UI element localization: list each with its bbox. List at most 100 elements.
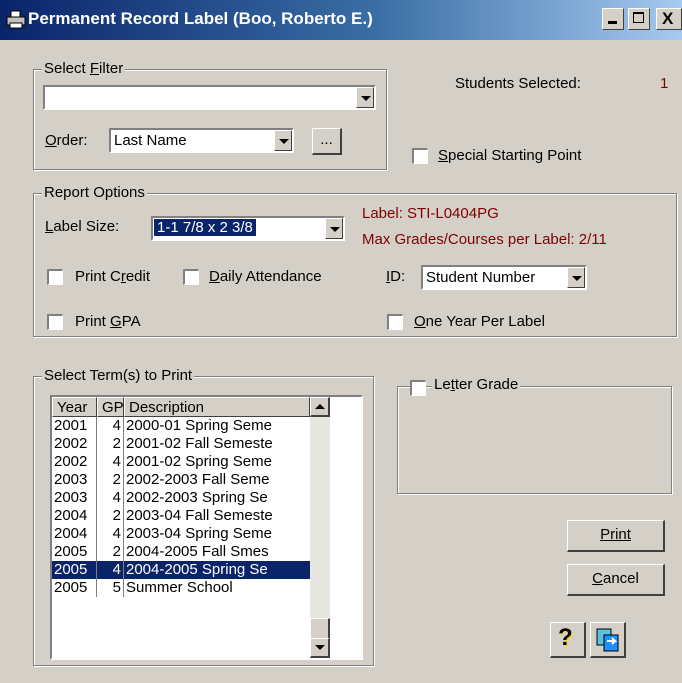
label-size-select[interactable]: 1-1 7/8 x 2 3/8 — [151, 216, 345, 241]
table-row[interactable]: 2001 4 2000-01 Spring Seme — [52, 417, 311, 435]
id-select[interactable]: Student Number — [421, 265, 587, 290]
gp-cell: 2 — [96, 507, 124, 525]
print-button-label: Print — [600, 526, 631, 543]
close-icon: X — [662, 9, 674, 28]
print-gpa-checkbox[interactable] — [47, 314, 63, 330]
order-select[interactable]: Last Name — [109, 128, 294, 153]
filter-group-label: Select Filter — [42, 60, 126, 77]
id-label: ID: — [386, 268, 406, 285]
chevron-down-icon[interactable] — [567, 267, 585, 288]
year-cell: 2005 — [52, 543, 97, 561]
gp-cell: 4 — [96, 417, 124, 435]
terms-group-label: Select Term(s) to Print — [42, 367, 195, 384]
one-year-per-label-label: One Year Per Label — [414, 313, 545, 330]
chevron-down-icon — [315, 645, 325, 650]
students-selected-label: Students Selected: — [455, 75, 581, 92]
help-icon: ? — [558, 624, 573, 651]
dialog-window: Permanent Record Label (Boo, Roberto E.)… — [0, 0, 682, 683]
minimize-button[interactable] — [602, 8, 624, 30]
table-row[interactable]: 2005 4 2004-2005 Spring Se — [52, 561, 311, 579]
order-label: Order: — [45, 132, 88, 149]
printer-icon — [6, 10, 26, 30]
table-row[interactable]: 2004 4 2003-04 Spring Seme — [52, 525, 311, 543]
column-header-year[interactable]: Year — [52, 397, 97, 417]
scroll-up-button[interactable] — [310, 397, 330, 417]
report-options-label: Report Options — [42, 184, 147, 201]
chevron-down-icon[interactable] — [325, 218, 343, 239]
terms-list[interactable]: Year GP Description 2001 4 2000-01 Spring … — [50, 395, 363, 660]
gp-cell: 4 — [96, 561, 124, 579]
terms-rows: 2001 4 2000-01 Spring Seme 2002 2 2001-02 Fal… — [52, 417, 338, 658]
description-cell: Summer School — [123, 579, 311, 597]
terms-table: 2001 4 2000-01 Spring Seme 2002 2 2001-02 Fal… — [52, 417, 311, 597]
description-cell: 2003-04 Fall Semeste — [123, 507, 311, 525]
order-value: Last Name — [114, 132, 187, 149]
description-cell: 2002-2003 Spring Se — [123, 489, 311, 507]
order-options-button[interactable]: ... — [312, 128, 342, 155]
description-cell: 2001-02 Spring Seme — [123, 453, 311, 471]
daily-attendance-label: Daily Attendance — [209, 268, 322, 285]
letter-grade-label: Letter Grade — [432, 376, 521, 393]
copy-icon — [595, 627, 621, 657]
gp-cell: 2 — [96, 471, 124, 489]
minimize-icon — [608, 21, 617, 24]
gp-cell: 2 — [96, 435, 124, 453]
description-cell: 2004-2005 Fall Smes — [123, 543, 311, 561]
print-gpa-label: Print GPA — [75, 313, 141, 330]
title-bar[interactable]: Permanent Record Label (Boo, Roberto E.)… — [0, 0, 682, 40]
year-cell: 2005 — [52, 579, 97, 597]
terms-scrollbar[interactable] — [310, 397, 330, 658]
terms-group: Select Term(s) to Print Year GP Descript… — [33, 367, 374, 666]
report-options-group: Report Options Label Size: 1-1 7/8 x 2 3… — [33, 184, 677, 337]
window-title: Permanent Record Label (Boo, Roberto E.) — [28, 9, 373, 28]
daily-attendance-checkbox[interactable] — [183, 269, 199, 285]
column-header-description[interactable]: Description — [124, 397, 310, 417]
year-cell: 2001 — [52, 417, 97, 435]
gp-cell: 2 — [96, 543, 124, 561]
chevron-down-icon[interactable] — [356, 87, 374, 108]
table-row[interactable]: 2002 4 2001-02 Spring Seme — [52, 453, 311, 471]
year-cell: 2004 — [52, 507, 97, 525]
table-row[interactable]: 2003 4 2002-2003 Spring Se — [52, 489, 311, 507]
chevron-down-icon[interactable] — [274, 130, 292, 151]
print-credit-label: Print Credit — [75, 268, 151, 285]
gp-cell: 4 — [96, 525, 124, 543]
cancel-button[interactable]: Cancel — [567, 564, 665, 596]
table-row[interactable]: 2002 2 2001-02 Fall Semeste — [52, 435, 311, 453]
scroll-thumb[interactable] — [310, 618, 330, 640]
close-button[interactable]: X — [656, 8, 682, 30]
one-year-per-label-checkbox[interactable] — [387, 314, 403, 330]
print-credit-checkbox[interactable] — [47, 269, 63, 285]
description-cell: 2004-2005 Spring Se — [123, 561, 311, 579]
letter-grade-group: Letter Grade — [397, 376, 672, 494]
label-size-label: Label Size: — [45, 218, 120, 235]
scroll-down-button[interactable] — [310, 638, 330, 658]
year-cell: 2004 — [52, 525, 97, 543]
year-cell: 2002 — [52, 453, 97, 471]
print-button[interactable]: Print — [567, 520, 665, 552]
letter-grade-checkbox[interactable] — [410, 380, 426, 396]
table-row[interactable]: 2005 5 Summer School — [52, 579, 311, 597]
copy-button[interactable] — [590, 622, 626, 658]
gp-cell: 4 — [96, 489, 124, 507]
students-selected-count: 1 — [660, 75, 669, 92]
column-header-gp[interactable]: GP — [97, 397, 124, 417]
max-grades-info: Max Grades/Courses per Label: 2/11 — [362, 231, 607, 248]
maximize-icon — [633, 12, 644, 23]
filter-group: Select Filter Order: Last Name ... — [33, 60, 387, 170]
table-row[interactable]: 2004 2 2003-04 Fall Semeste — [52, 507, 311, 525]
special-starting-point-label: Special Starting Point — [438, 147, 582, 164]
special-starting-point-checkbox[interactable] — [412, 148, 428, 164]
help-button[interactable]: ? — [550, 622, 586, 658]
filter-select[interactable] — [43, 85, 376, 110]
table-row[interactable]: 2003 2 2002-2003 Fall Seme — [52, 471, 311, 489]
cancel-button-label: Cancel — [592, 570, 639, 587]
chevron-up-icon — [315, 404, 325, 409]
maximize-button[interactable] — [628, 8, 650, 30]
year-cell: 2002 — [52, 435, 97, 453]
description-cell: 2000-01 Spring Seme — [123, 417, 311, 435]
table-row[interactable]: 2005 2 2004-2005 Fall Smes — [52, 543, 311, 561]
label-size-value: 1-1 7/8 x 2 3/8 — [154, 219, 256, 236]
year-cell: 2003 — [52, 489, 97, 507]
gp-cell: 5 — [96, 579, 124, 597]
